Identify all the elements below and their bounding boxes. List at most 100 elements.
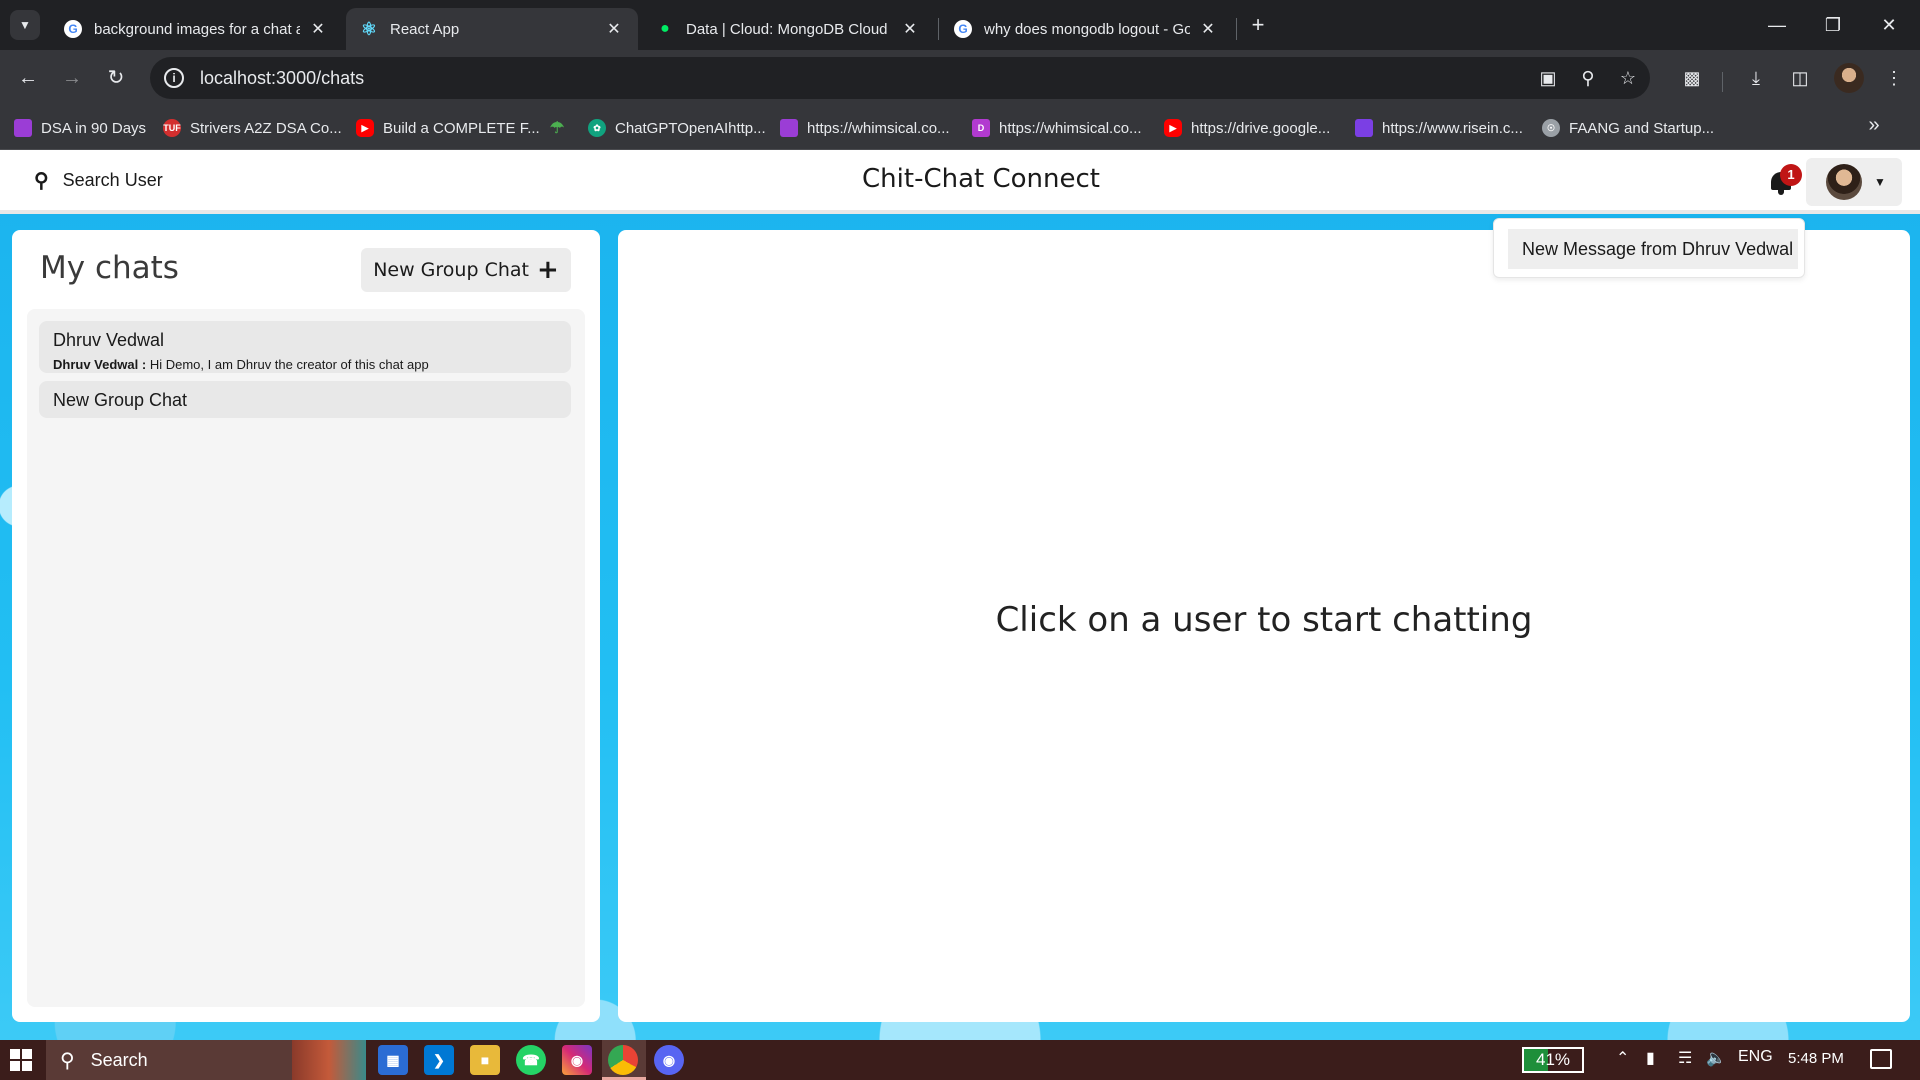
bookmark-item[interactable]: ✿ ChatGPTOpenAIhttp... [588,116,766,140]
bookmark-label: https://drive.google... [1191,119,1331,137]
chat-box: Click on a user to start chatting [618,230,1910,1022]
search-highlight-image [292,1040,366,1080]
browser-tab-1[interactable]: G background images for a chat a ✕ [50,8,342,50]
tab-search-button[interactable]: ▼ [10,10,40,40]
bookmark-label: FAANG and Startup... [1569,119,1715,137]
zoom-icon[interactable]: ⚲ [1572,62,1604,94]
new-tab-button[interactable]: + [1246,12,1270,38]
youtube-icon: ▶ [1164,119,1182,137]
windows-start-icon[interactable] [10,1049,32,1071]
bookmark-item[interactable]: ▶ https://drive.google... [1164,116,1330,140]
bookmark-item[interactable]: ☂ [548,116,575,140]
bookmark-item[interactable]: TUF Strivers A2Z DSA Co... [163,116,342,140]
bookmark-label: Build a COMPLETE F... [383,119,540,137]
browser-tab-2[interactable]: ⚛ React App ✕ [346,8,638,50]
bookmark-item[interactable]: D https://whimsical.co... [972,116,1142,140]
battery-indicator[interactable]: 41% [1522,1047,1584,1073]
reload-button[interactable]: ↻ [100,62,132,94]
chrome-icon[interactable] [608,1045,638,1075]
language-indicator[interactable]: ENG [1738,1048,1773,1066]
bell-clapper [1778,190,1784,195]
whimsical-icon [780,119,798,137]
vscode-icon[interactable]: ❯ [424,1045,454,1075]
risein-icon [1355,119,1373,137]
close-icon[interactable]: ✕ [900,19,920,39]
chat-page: ⚲ Search User Chit-Chat Connect 1 ▼ My c… [0,150,1920,1040]
notification-center-icon[interactable] [1870,1049,1892,1069]
globe-icon: ☉ [1542,119,1560,137]
tab-separator [1236,18,1237,40]
battery-icon[interactable]: ▮ [1646,1048,1655,1068]
chat-latest-sender: Dhruv Vedwal : [53,357,147,372]
whatsapp-icon[interactable]: ☎ [516,1045,546,1075]
browser-tab-4[interactable]: G why does mongodb logout - Go ✕ [940,8,1232,50]
windows-taskbar: ⚲ Search ▦ ❯ ■ ☎ ◉ ◉ 41% ⌃ ▮ ☴ 🔈 ENG 5:4… [0,1040,1920,1080]
chat-list-item[interactable]: Dhruv Vedwal Dhruv Vedwal : Hi Demo, I a… [39,321,571,373]
chat-name: Dhruv Vedwal [53,330,165,350]
bookmark-label: Strivers A2Z DSA Co... [190,119,342,137]
browser-profile-avatar[interactable] [1834,63,1864,93]
close-icon[interactable]: ✕ [1198,19,1218,39]
toolbar-divider [1722,72,1723,92]
close-icon[interactable]: ✕ [604,19,624,39]
close-icon[interactable]: ✕ [308,19,328,39]
new-group-chat-label: New Group Chat [373,259,529,281]
react-icon: ⚛ [360,18,378,39]
chatgpt-icon: ✿ [588,119,606,137]
bookmark-label: https://www.risein.c... [1382,119,1523,137]
calendar-app-icon[interactable]: ▦ [378,1045,408,1075]
browser-toolbar: ← → ↻ i localhost:3000/chats ▣ ⚲ ☆ ▩ ⤓ ◫… [0,50,1920,106]
bookmark-item[interactable]: https://www.risein.c... [1355,116,1523,140]
address-bar[interactable]: i localhost:3000/chats [150,57,1650,99]
bookmark-label: ChatGPTOpenAIhttp... [615,119,766,137]
new-group-chat-button[interactable]: New Group Chat + [361,248,571,292]
document-icon: D [972,119,990,137]
bookmark-item[interactable]: DSA in 90 Days [14,116,146,140]
more-bookmarks-icon[interactable]: » [1862,114,1886,137]
bookmark-item[interactable]: ☉ FAANG and Startup... [1542,116,1714,140]
my-chats-panel: My chats New Group Chat + Dhruv Vedwal D… [12,230,600,1022]
file-explorer-icon[interactable]: ■ [470,1045,500,1075]
app-title: Chit-Chat Connect [862,164,1100,194]
arrow-left-icon: ← [18,67,38,89]
volume-icon[interactable]: 🔈 [1706,1048,1726,1068]
browser-tab-3[interactable]: ● Data | Cloud: MongoDB Cloud ✕ [642,8,934,50]
instagram-icon[interactable]: ◉ [562,1045,592,1075]
clock[interactable]: 5:48 PM [1788,1050,1844,1067]
google-icon: G [64,20,82,38]
forward-button[interactable]: → [56,62,88,94]
discord-icon[interactable]: ◉ [654,1045,684,1075]
whimsical-icon [14,119,32,137]
chat-latest-text: Hi Demo, I am Dhruv the creator of this … [149,357,429,372]
avatar [1826,164,1862,200]
tab-separator [938,18,939,40]
plus-icon: + [536,255,559,285]
extensions-icon[interactable]: ▩ [1676,62,1708,94]
mongodb-icon: ● [660,20,670,37]
chevron-up-icon[interactable]: ⌃ [1616,1048,1629,1068]
tuf-icon: TUF [163,119,181,137]
tab-title: React App [390,20,460,38]
menu-kebab-icon[interactable]: ⋮ [1878,62,1910,94]
bookmark-star-icon[interactable]: ☆ [1612,62,1644,94]
bookmark-item[interactable]: ▶ Build a COMPLETE F... [356,116,540,140]
notification-badge: 1 [1780,164,1802,186]
side-panel-icon[interactable]: ◫ [1784,62,1816,94]
restore-button[interactable]: ❐ [1810,8,1856,42]
info-icon[interactable]: i [164,68,184,88]
bookmark-label: https://whimsical.co... [807,119,950,137]
notification-item[interactable]: New Message from Dhruv Vedwal [1508,229,1798,269]
close-window-button[interactable]: ✕ [1866,8,1912,42]
bookmark-label: DSA in 90 Days [41,119,147,137]
wifi-icon[interactable]: ☴ [1678,1048,1692,1068]
install-app-icon[interactable]: ▣ [1532,62,1564,94]
downloads-icon[interactable]: ⤓ [1740,62,1772,94]
tab-title: Data | Cloud: MongoDB Cloud [686,20,888,38]
chat-list-item[interactable]: New Group Chat [39,381,571,418]
tab-title: why does mongodb logout - Go [984,20,1190,38]
empty-state-message: Click on a user to start chatting [995,600,1533,640]
bookmark-item[interactable]: https://whimsical.co... [780,116,950,140]
profile-menu-button[interactable]: ▼ [1806,158,1902,206]
back-button[interactable]: ← [12,62,44,94]
minimize-button[interactable]: — [1754,8,1800,42]
